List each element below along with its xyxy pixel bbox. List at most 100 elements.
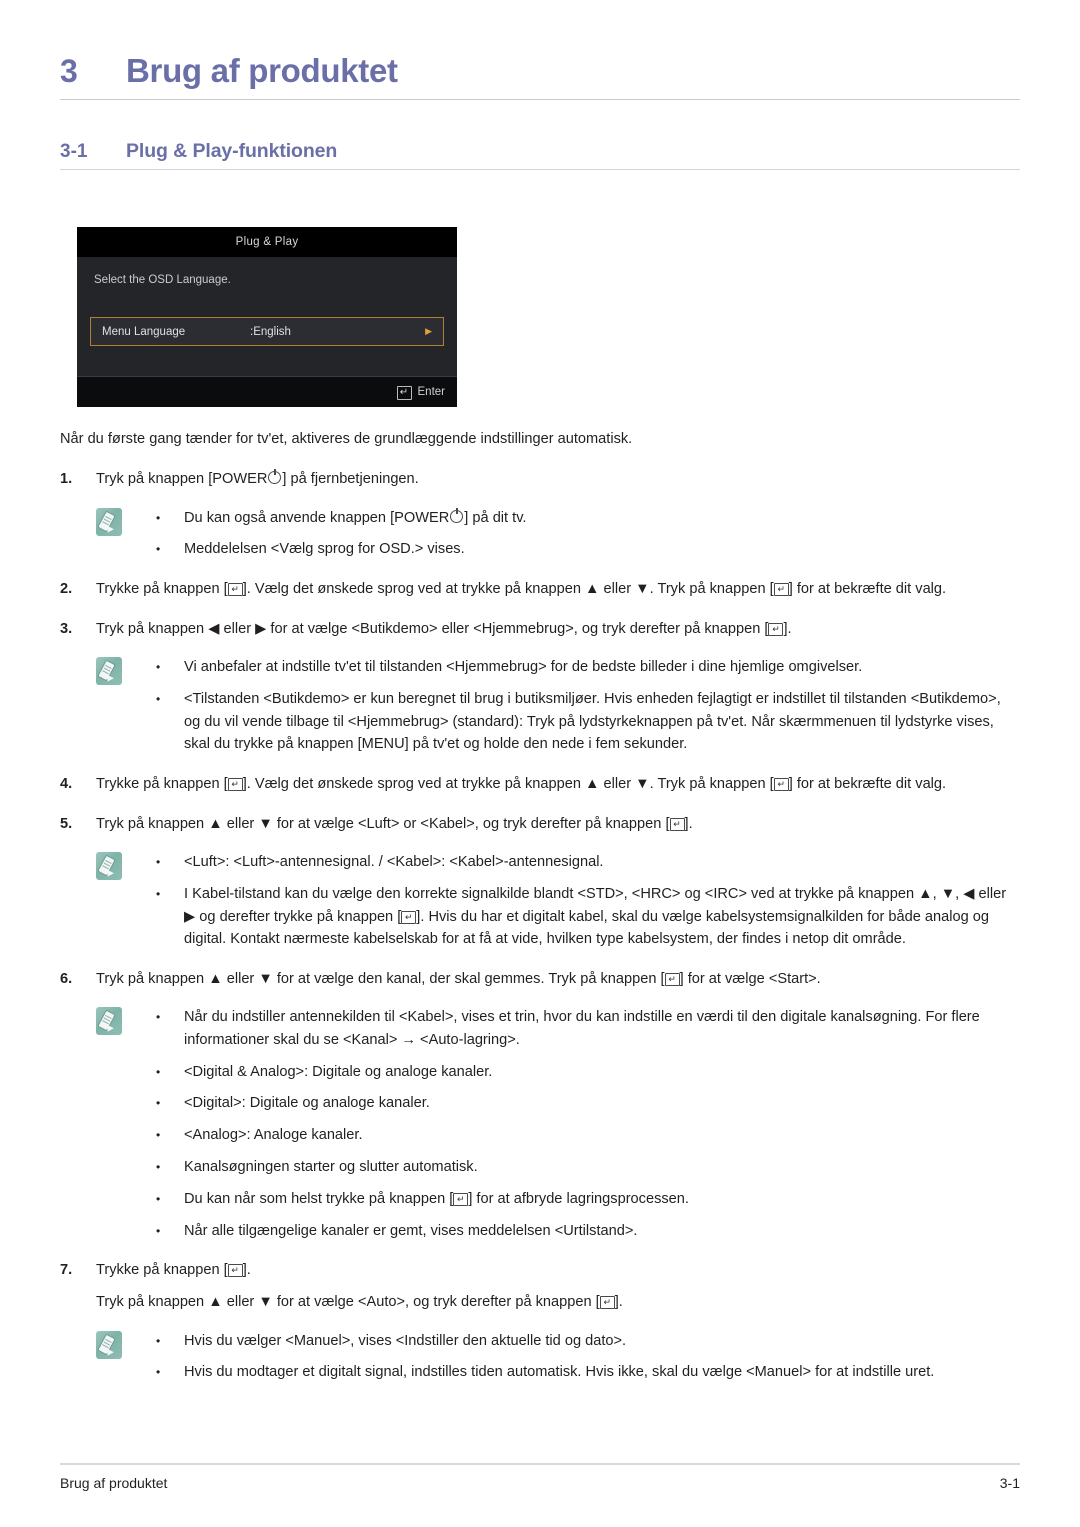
bullet-icon: •: [156, 1365, 161, 1380]
footer-left-text: Brug af produktet: [60, 1475, 168, 1491]
osd-prompt: Select the OSD Language.: [94, 274, 231, 286]
step-4-part-3: ] for at bekræfte dit valg.: [788, 775, 947, 792]
list-item: • <Analog>: Analoge kanaler.: [156, 1124, 1020, 1147]
step-7: 7. Trykke på knappen [↵]. Tryk på knappe…: [60, 1259, 1020, 1313]
power-icon: [450, 508, 464, 523]
note-pencil-icon: [96, 657, 122, 686]
step-1-number: 1.: [60, 470, 73, 487]
section-divider: [60, 169, 1020, 170]
enter-key-icon: ↵: [773, 777, 789, 791]
step-3: 3. Tryk på knappen ◀ eller ▶ for at vælg…: [60, 618, 1020, 641]
list-item: • Du kan også anvende knappen [POWER] på…: [156, 507, 1020, 530]
note-2-item-1: Vi anbefaler at indstille tv'et til tils…: [184, 659, 863, 676]
step-2-part-2: ]. Vælg det ønskede sprog ved at trykke …: [242, 581, 774, 598]
list-item: • Kanalsøgningen starter og slutter auto…: [156, 1156, 1020, 1179]
bullet-icon: •: [156, 1333, 161, 1348]
enter-key-icon: ↵: [401, 910, 417, 924]
list-item: • Når du indstiller antennekilden til <K…: [156, 1006, 1020, 1051]
osd-titlebar: Plug & Play: [77, 227, 457, 257]
note-pencil-icon: [96, 1007, 122, 1036]
bullet-icon: •: [156, 1010, 161, 1025]
note-block-3: • <Luft>: <Luft>-antennesignal. / <Kabel…: [96, 851, 1020, 951]
step-1-text-before: Tryk på knappen [POWER: [96, 470, 268, 487]
note-4-item-6-part-2: ] for at afbryde lagringsprocessen.: [468, 1190, 689, 1207]
list-item: • Når alle tilgængelige kanaler er gemt,…: [156, 1220, 1020, 1243]
step-3-part-1: Tryk på knappen ◀ eller ▶ for at vælge <…: [96, 620, 769, 637]
step-4-part-2: ]. Vælg det ønskede sprog ved at trykke …: [242, 775, 774, 792]
note-4-item-7: Når alle tilgængelige kanaler er gemt, v…: [184, 1222, 638, 1239]
chapter-number: 3: [60, 53, 78, 89]
bullet-icon: •: [156, 692, 161, 707]
bullet-icon: •: [156, 1191, 161, 1206]
enter-key-icon: ↵: [664, 972, 680, 986]
bullet-icon: •: [156, 1064, 161, 1079]
osd-menu-language-value: :English: [250, 325, 291, 338]
step-6-part-1: Tryk på knappen ▲ eller ▼ for at vælge d…: [96, 970, 665, 987]
osd-figure: Plug & Play Select the OSD Language. Men…: [77, 227, 1020, 407]
note-icon-column: [96, 507, 156, 562]
note-4-item-5: Kanalsøgningen starter og slutter automa…: [184, 1159, 478, 1175]
chevron-right-icon: ▶: [425, 326, 432, 336]
note-4-item-4: <Analog>: Analoge kanaler.: [184, 1127, 363, 1144]
document-page: 3 Brug af produktet 3-1 Plug & Play-funk…: [0, 0, 1080, 1527]
step-5: 5. Tryk på knappen ▲ eller ▼ for at vælg…: [60, 813, 1020, 836]
note-block-1: • Du kan også anvende knappen [POWER] på…: [96, 507, 1020, 562]
note-5-list: • Hvis du vælger <Manuel>, vises <Indsti…: [156, 1330, 1020, 1385]
note-icon-column: [96, 1006, 156, 1242]
step-4-part-1: Trykke på knappen [: [96, 775, 228, 792]
step-7-body: Trykke på knappen [↵]. Tryk på knappen ▲…: [96, 1259, 1020, 1313]
step-4-body: Trykke på knappen [↵]. Vælg det ønskede …: [96, 773, 1020, 796]
step-6: 6. Tryk på knappen ▲ eller ▼ for at vælg…: [60, 968, 1020, 991]
step-6-part-2: ] for at vælge <Start>.: [679, 970, 821, 987]
note-2-item-2: <Tilstanden <Butikdemo> er kun beregnet …: [184, 691, 1001, 753]
osd-footer: ↵ Enter: [77, 376, 457, 407]
step-7-line-2: Tryk på knappen ▲ eller ▼ for at vælge <…: [96, 1291, 1020, 1314]
note-1-item-2: Meddelelsen <Vælg sprog for OSD.> vises.: [184, 541, 465, 558]
note-4-item-6-part-1: Du kan når som helst trykke på knappen [: [184, 1190, 454, 1207]
enter-key-icon: ↵: [599, 1296, 615, 1309]
chapter-title: Brug af produktet: [126, 52, 398, 89]
note-1-list: • Du kan også anvende knappen [POWER] på…: [156, 507, 1020, 562]
step-5-part-2: ].: [684, 815, 693, 832]
list-item: • <Digital>: Digitale og analoge kanaler…: [156, 1092, 1020, 1115]
osd-menu-language-label: Menu Language: [102, 325, 186, 338]
bullet-icon: •: [156, 510, 161, 525]
step-2: 2. Trykke på knappen [↵]. Vælg det ønske…: [60, 578, 1020, 601]
list-item: • <Luft>: <Luft>-antennesignal. / <Kabel…: [156, 851, 1020, 874]
note-pencil-icon: [96, 852, 122, 881]
step-7-number: 7.: [60, 1262, 73, 1279]
step-5-body: Tryk på knappen ▲ eller ▼ for at vælge <…: [96, 813, 1020, 836]
bullet-icon: •: [156, 1128, 161, 1143]
step-7-part-2: ].: [242, 1262, 251, 1279]
list-item: • Hvis du vælger <Manuel>, vises <Indsti…: [156, 1330, 1020, 1353]
osd-menu-language-row[interactable]: Menu Language :English ▶: [90, 317, 444, 346]
step-2-number: 2.: [60, 581, 73, 598]
note-4-item-6: Du kan når som helst trykke på knappen […: [184, 1188, 1020, 1211]
bullet-icon: •: [156, 1096, 161, 1111]
note-4-item-1: Når du indstiller antennekilden til <Kab…: [184, 1009, 980, 1048]
step-6-number: 6.: [60, 970, 73, 987]
list-item: • I Kabel-tilstand kan du vælge den korr…: [156, 883, 1020, 951]
step-4-number: 4.: [60, 775, 73, 792]
power-icon: [268, 469, 282, 484]
note-5-item-1: Hvis du vælger <Manuel>, vises <Indstill…: [184, 1332, 627, 1349]
note-1-item-1: Du kan også anvende knappen [POWER] på d…: [184, 507, 1020, 530]
step-3-part-2: ].: [783, 620, 792, 637]
note-block-5: • Hvis du vælger <Manuel>, vises <Indsti…: [96, 1330, 1020, 1385]
bullet-icon: •: [156, 660, 161, 675]
osd-enter-label: Enter: [417, 386, 446, 398]
step-7-line-1: Trykke på knappen [↵].: [96, 1259, 1020, 1282]
enter-key-icon: ↵: [773, 583, 789, 597]
step-2-part-3: ] for at bekræfte dit valg.: [788, 581, 947, 598]
step-1-text-after: ] på fjernbetjeningen.: [282, 470, 419, 487]
note-block-2: • Vi anbefaler at indstille tv'et til ti…: [96, 656, 1020, 756]
note-2-list: • Vi anbefaler at indstille tv'et til ti…: [156, 656, 1020, 756]
step-3-number: 3.: [60, 620, 73, 637]
step-7-extra-2: ].: [614, 1294, 623, 1310]
enter-key-icon: ↵: [227, 777, 243, 791]
bullet-icon: •: [156, 542, 161, 557]
enter-key-icon: ↵: [768, 622, 784, 636]
note-icon-column: [96, 851, 156, 951]
step-4: 4. Trykke på knappen [↵]. Vælg det ønske…: [60, 773, 1020, 796]
intro-paragraph: Når du første gang tænder for tv'et, akt…: [60, 431, 633, 447]
